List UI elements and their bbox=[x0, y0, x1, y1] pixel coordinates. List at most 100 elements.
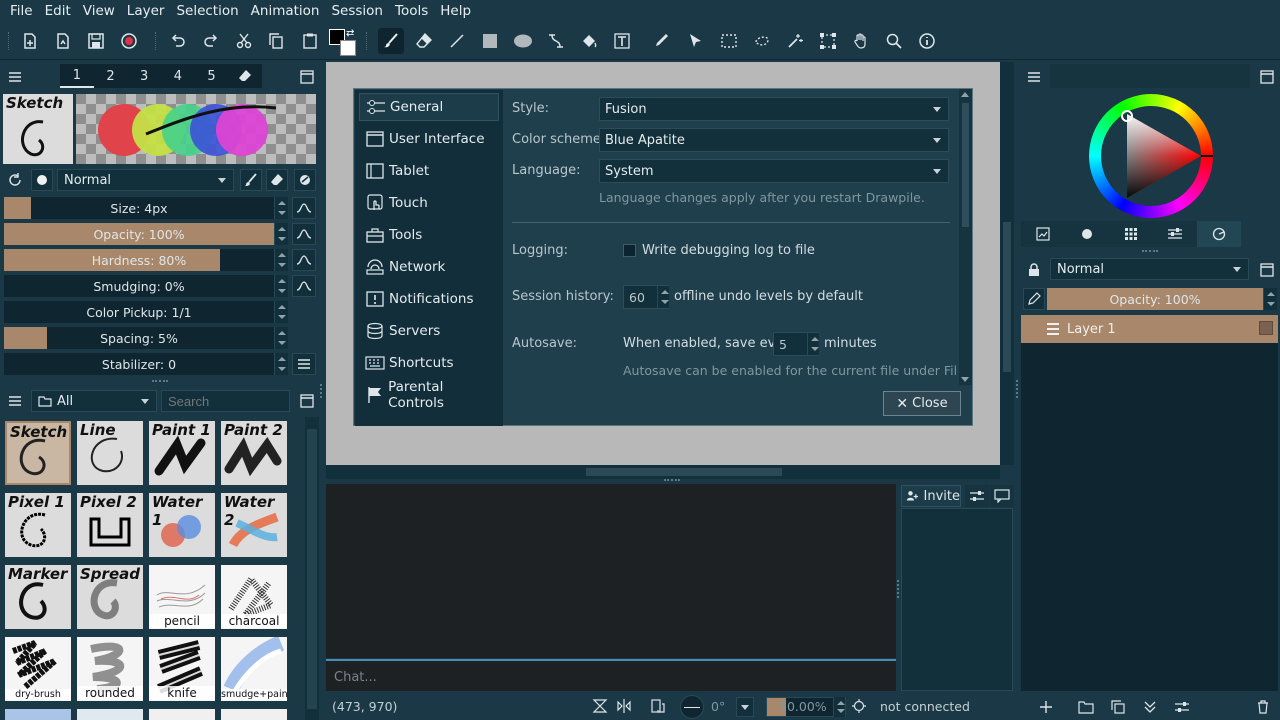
menu-layer[interactable]: Layer bbox=[121, 3, 171, 19]
color-pickup-spin[interactable] bbox=[274, 301, 288, 323]
zoom-reset-icon[interactable] bbox=[852, 699, 866, 713]
splitter-handle[interactable] bbox=[664, 479, 680, 481]
paste-icon[interactable] bbox=[297, 28, 323, 54]
brush-preset[interactable]: Marker bbox=[5, 565, 71, 629]
duplicate-layer-icon[interactable] bbox=[1107, 696, 1129, 718]
layers-float-icon[interactable] bbox=[1256, 259, 1278, 281]
brush-preset[interactable]: Water 2 bbox=[221, 493, 287, 557]
brush-preset[interactable] bbox=[221, 709, 287, 720]
brush-slot-tab[interactable]: 3 bbox=[127, 64, 161, 88]
spacing-slider[interactable]: Spacing: 5% bbox=[4, 327, 274, 349]
add-layer-icon[interactable] bbox=[1035, 696, 1057, 718]
brush-list-menu-icon[interactable] bbox=[4, 390, 26, 412]
smudging-curve-icon[interactable] bbox=[292, 275, 316, 297]
brush-preset[interactable]: Line bbox=[77, 421, 143, 485]
flip-icon[interactable] bbox=[616, 698, 632, 714]
menu-help[interactable]: Help bbox=[434, 3, 477, 19]
freehand-brush-icon[interactable] bbox=[378, 28, 404, 54]
stabilizer-slider[interactable]: Stabilizer: 0 bbox=[4, 353, 274, 375]
language-select[interactable]: System bbox=[599, 159, 949, 183]
session-history-spinbox[interactable]: 60 bbox=[623, 285, 669, 309]
rotation-reset-icon[interactable] bbox=[592, 698, 608, 714]
brush-slot-tab[interactable]: 4 bbox=[161, 64, 195, 88]
pref-tab-servers[interactable]: Servers bbox=[359, 317, 499, 345]
pref-tab-touch[interactable]: Touch bbox=[359, 189, 499, 217]
brush-shape-icon[interactable] bbox=[31, 169, 53, 191]
brush-slot-tab[interactable]: 1 bbox=[60, 64, 94, 88]
opacity-slider[interactable]: Opacity: 100% bbox=[4, 223, 274, 245]
rectangle-tool-icon[interactable] bbox=[477, 28, 503, 54]
brush-preset[interactable]: Water 1 bbox=[149, 493, 215, 557]
brush-search-input[interactable] bbox=[161, 390, 290, 412]
menu-animation[interactable]: Animation bbox=[245, 3, 326, 19]
brush-preset[interactable]: Spread bbox=[77, 565, 143, 629]
rectangle-select-icon[interactable] bbox=[716, 28, 742, 54]
brush-tag-select[interactable]: All bbox=[31, 390, 157, 412]
color-pickup-slider[interactable]: Color Pickup: 1/1 bbox=[4, 301, 274, 323]
magic-wand-icon[interactable] bbox=[782, 28, 808, 54]
hardness-spin[interactable] bbox=[274, 249, 288, 271]
layer-visibility-checkbox[interactable] bbox=[1259, 321, 1273, 335]
zoom-spinbox[interactable]: 50.00% bbox=[766, 697, 846, 717]
brush-slot-tab[interactable]: 5 bbox=[195, 64, 229, 88]
logging-checkbox-label[interactable]: Write debugging log to file bbox=[642, 243, 815, 258]
cut-icon[interactable] bbox=[231, 28, 257, 54]
eraser-slot-tab[interactable] bbox=[228, 64, 262, 88]
blend-mode-select[interactable]: Normal bbox=[57, 169, 234, 191]
invite-button[interactable]: Invite bbox=[901, 485, 961, 507]
brush-grid-scrollbar[interactable] bbox=[305, 417, 319, 720]
ellipse-tool-icon[interactable] bbox=[510, 28, 536, 54]
menu-edit[interactable]: Edit bbox=[39, 3, 77, 19]
user-list-options-icon[interactable] bbox=[965, 485, 989, 507]
style-select[interactable]: Fusion bbox=[599, 97, 949, 121]
brush-preset[interactable]: Pixel 2 bbox=[77, 493, 143, 557]
color-picker-icon[interactable] bbox=[648, 28, 674, 54]
brush-slot-tab[interactable]: 2 bbox=[94, 64, 128, 88]
smudging-slider[interactable]: Smudging: 0% bbox=[4, 275, 274, 297]
opacity-curve-icon[interactable] bbox=[292, 223, 316, 245]
logging-checkbox[interactable] bbox=[623, 244, 636, 257]
size-slider[interactable]: Size: 4px bbox=[4, 197, 274, 219]
autosave-interval-spinbox[interactable]: 5 bbox=[773, 332, 819, 356]
bezier-tool-icon[interactable] bbox=[543, 28, 569, 54]
pref-tab-tools[interactable]: Tools bbox=[359, 221, 499, 249]
copy-icon[interactable] bbox=[263, 28, 289, 54]
opacity-spin[interactable] bbox=[274, 223, 288, 245]
brush-preset[interactable]: Paint 2 bbox=[221, 421, 287, 485]
color-panel-float-icon[interactable] bbox=[1256, 66, 1278, 88]
splitter-handle[interactable] bbox=[320, 384, 322, 398]
delete-layer-icon[interactable] bbox=[1252, 696, 1274, 718]
color-palette-tab[interactable] bbox=[1109, 221, 1153, 247]
pref-tab-tablet[interactable]: Tablet bbox=[359, 157, 499, 185]
brush-preset[interactable] bbox=[5, 709, 71, 720]
color-wheel[interactable] bbox=[1089, 94, 1213, 218]
dialog-scrollbar[interactable] bbox=[959, 89, 972, 385]
menu-file[interactable]: File bbox=[4, 3, 39, 19]
color-spinner-tab[interactable] bbox=[1153, 221, 1197, 247]
brush-list-float-icon[interactable] bbox=[296, 390, 318, 412]
pan-hand-icon[interactable] bbox=[848, 28, 874, 54]
add-group-icon[interactable] bbox=[1075, 696, 1097, 718]
erase-mode-icon[interactable] bbox=[266, 169, 288, 191]
brush-preset[interactable] bbox=[149, 709, 215, 720]
color-scheme-select[interactable]: Blue Apatite bbox=[599, 128, 949, 152]
brush-preset[interactable]: Paint 1 bbox=[149, 421, 215, 485]
spacing-spin[interactable] bbox=[274, 327, 288, 349]
layer-blend-select[interactable]: Normal bbox=[1050, 258, 1249, 280]
splitter-handle[interactable] bbox=[1142, 250, 1158, 252]
brush-preset[interactable]: pencil bbox=[149, 565, 215, 629]
layer-opacity-spin[interactable] bbox=[1263, 288, 1277, 310]
hardness-slider[interactable]: Hardness: 80% bbox=[4, 249, 274, 271]
brush-settings-menu-icon[interactable] bbox=[292, 353, 316, 375]
brush-preset[interactable]: dry-brush bbox=[5, 637, 71, 701]
canvas-vertical-scrollbar[interactable] bbox=[1000, 62, 1014, 465]
layer-properties-icon[interactable] bbox=[1171, 696, 1193, 718]
brush-preset[interactable]: knife bbox=[149, 637, 215, 701]
transform-icon[interactable] bbox=[815, 28, 841, 54]
reset-brush-icon[interactable] bbox=[4, 169, 26, 191]
paint-mode-icon[interactable] bbox=[240, 169, 262, 191]
pref-tab-general[interactable]: General bbox=[359, 93, 499, 121]
save-icon[interactable] bbox=[83, 28, 109, 54]
brush-preset[interactable]: charcoal bbox=[221, 565, 287, 629]
brush-preset[interactable]: Pixel 1 bbox=[5, 493, 71, 557]
